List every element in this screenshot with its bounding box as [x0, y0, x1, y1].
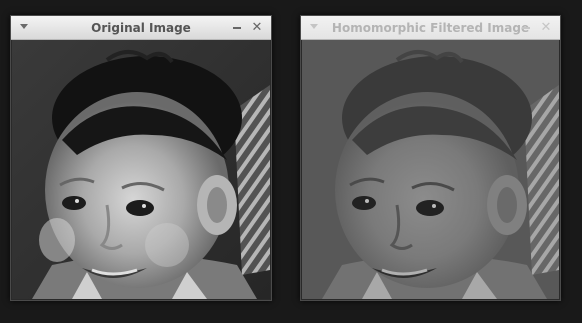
photo-original	[12, 40, 270, 299]
image-canvas	[12, 40, 270, 299]
close-button[interactable]: ✕	[538, 19, 554, 35]
close-icon: ✕	[540, 19, 552, 35]
desktop: Original Image ✕ Homomorphic Filtered Im…	[0, 0, 582, 323]
window-title: Homomorphic Filtered Image	[331, 20, 530, 35]
close-button[interactable]: ✕	[249, 19, 265, 35]
original-image-window[interactable]: Original Image ✕	[10, 15, 272, 301]
window-title: Original Image	[91, 20, 191, 35]
close-icon: ✕	[251, 19, 263, 35]
chevron-down-icon[interactable]	[20, 24, 28, 29]
chevron-down-icon[interactable]	[310, 24, 318, 29]
minimize-button[interactable]	[518, 19, 534, 35]
image-canvas	[302, 40, 559, 299]
photo-filtered	[302, 40, 559, 299]
titlebar[interactable]: Homomorphic Filtered Image ✕	[301, 16, 560, 40]
filtered-image-window[interactable]: Homomorphic Filtered Image ✕	[300, 15, 561, 301]
minimize-icon	[522, 27, 530, 29]
titlebar[interactable]: Original Image ✕	[11, 16, 271, 40]
minimize-icon	[233, 27, 241, 29]
minimize-button[interactable]	[229, 19, 245, 35]
